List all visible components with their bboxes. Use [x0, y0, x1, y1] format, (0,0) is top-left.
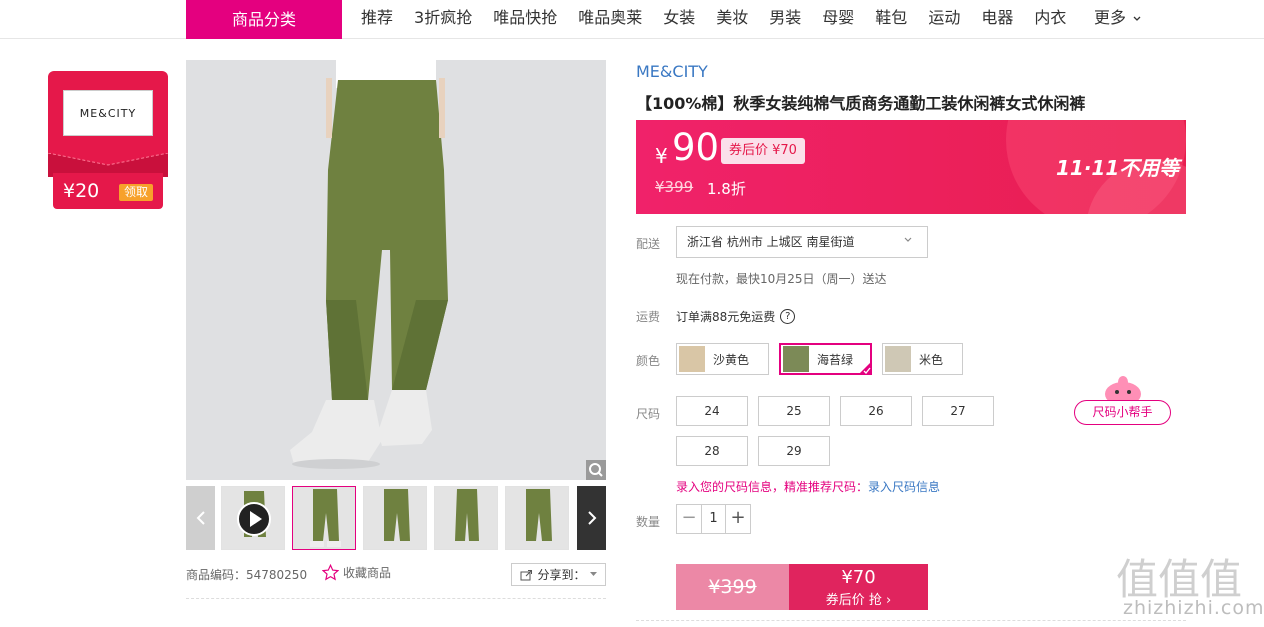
product-code: 商品编码：54780250	[186, 568, 308, 582]
discount-rate: 1.8折	[707, 180, 746, 198]
delivery-label: 配送	[636, 237, 661, 251]
thumb-next-button[interactable]	[577, 486, 606, 550]
nav-item-underwear[interactable]: 内衣	[1034, 0, 1066, 39]
star-icon	[322, 564, 339, 581]
brand-logo: ME&CITY	[63, 90, 153, 136]
nav-more-button[interactable]: 更多	[1094, 0, 1141, 35]
size-option-29[interactable]: 29	[758, 436, 830, 466]
color-swatch	[885, 346, 911, 372]
size-record-note: 录入您的尺码信息，精准推荐尺码：录入尺码信息	[676, 478, 940, 495]
share-label: 分享到：	[537, 568, 586, 582]
promo-text: 11·11不用等	[1056, 156, 1180, 180]
thumbnail-selected[interactable]	[292, 486, 356, 550]
thumbnail-4[interactable]	[434, 486, 498, 550]
nav-item-women[interactable]: 女装	[663, 0, 695, 39]
nav-item-appliances[interactable]: 电器	[981, 0, 1013, 39]
share-icon	[520, 569, 533, 580]
thumb-prev-button[interactable]	[186, 486, 215, 550]
color-option-seaweed-green[interactable]: 海苔绿	[779, 343, 872, 375]
nav-item-outlet[interactable]: 唯品奥莱	[578, 0, 642, 39]
caret-down-icon	[589, 572, 597, 576]
nav-item-men[interactable]: 男装	[769, 0, 801, 39]
coupon-bottom: ¥20 领取	[53, 173, 163, 209]
sale-price: 90	[672, 126, 720, 169]
color-swatch	[783, 346, 809, 372]
size-option-26[interactable]: 26	[840, 396, 912, 426]
nav-item-recommend[interactable]: 推荐	[361, 0, 393, 39]
thumbnail-3[interactable]	[363, 486, 427, 550]
size-option-28[interactable]: 28	[676, 436, 748, 466]
brand-name[interactable]: ME&CITY	[636, 62, 708, 81]
color-option-label: 沙黄色	[713, 352, 750, 367]
chevron-right-icon	[587, 511, 596, 525]
coupon-get-button[interactable]: 领取	[119, 184, 153, 201]
nav-more-label: 更多	[1094, 8, 1127, 27]
color-option-label: 海苔绿	[817, 352, 854, 367]
product-title: 【100%棉】秋季女装纯棉气质商务通勤工装休闲裤女式休闲裤	[636, 94, 1086, 113]
divider	[186, 598, 606, 599]
price-currency: ¥	[655, 144, 668, 168]
thumbnail-strip	[186, 486, 606, 552]
brand-coupon[interactable]: ME&CITY ¥20 领取	[48, 71, 168, 211]
price-banner: ¥ 90 券后价 ¥70 ¥399 1.8折 11·11不用等	[636, 120, 1186, 214]
size-helper-button[interactable]: 尺码小帮手	[1074, 400, 1171, 425]
share-dropdown[interactable]: 分享到：	[511, 563, 606, 586]
color-swatch	[679, 346, 705, 372]
quantity-increase-button[interactable]: +	[726, 505, 750, 533]
thumbnail-5[interactable]	[505, 486, 569, 550]
size-option-24[interactable]: 24	[676, 396, 748, 426]
chevron-left-icon	[196, 511, 205, 525]
category-menu-button[interactable]: 商品分类	[186, 0, 342, 39]
chevron-down-icon	[1133, 16, 1141, 21]
after-coupon-badge: 券后价 ¥70	[721, 138, 805, 164]
coupon-buy-button[interactable]: ¥70 券后价 抢 ›	[789, 564, 928, 610]
color-option-label: 米色	[919, 352, 944, 367]
quantity-label: 数量	[636, 515, 661, 529]
nav-items: 推荐 3折疯抢 唯品快抢 唯品奥莱 女装 美妆 男装 母婴 鞋包 运动 电器 内…	[361, 0, 1087, 39]
selected-check-icon	[858, 361, 872, 375]
size-label: 尺码	[636, 407, 661, 421]
quantity-stepper: − 1 +	[676, 504, 751, 534]
buy-coupon-price: ¥70	[841, 567, 876, 588]
size-note-text: 录入您的尺码信息，精准推荐尺码：	[676, 480, 869, 494]
size-option-27[interactable]: 27	[922, 396, 994, 426]
top-navigation: 商品分类 推荐 3折疯抢 唯品快抢 唯品奥莱 女装 美妆 男装 母婴 鞋包 运动…	[0, 0, 1264, 39]
coupon-amount: ¥20	[63, 180, 100, 202]
zoom-icon[interactable]	[586, 460, 606, 480]
freight-text: 订单满88元免运费	[676, 310, 776, 324]
chevron-down-icon	[904, 237, 912, 242]
watermark-text: zhizhizhi.com	[1123, 597, 1264, 619]
nav-item-sports[interactable]: 运动	[928, 0, 960, 39]
nav-item-shoes-bags[interactable]: 鞋包	[875, 0, 907, 39]
size-option-25[interactable]: 25	[758, 396, 830, 426]
nav-item-flash-30[interactable]: 3折疯抢	[414, 0, 472, 39]
product-main-image[interactable]	[186, 60, 606, 480]
address-selector[interactable]: 浙江省 杭州市 上城区 南星街道	[676, 226, 928, 258]
delivery-time: 现在付款，最快10月25日（周一）送达	[676, 272, 887, 286]
help-icon[interactable]: ?	[780, 309, 796, 324]
original-price-button[interactable]: ¥399	[676, 564, 789, 610]
color-option-beige[interactable]: 米色	[882, 343, 963, 375]
nav-item-beauty[interactable]: 美妆	[716, 0, 748, 39]
favorite-button[interactable]: 收藏商品	[322, 564, 391, 581]
nav-item-baby[interactable]: 母婴	[822, 0, 854, 39]
freight-label: 运费	[636, 310, 661, 324]
size-record-link[interactable]: 录入尺码信息	[868, 480, 940, 494]
thumbnail-video[interactable]	[221, 486, 285, 550]
product-photo	[186, 60, 606, 480]
divider	[636, 620, 1186, 621]
nav-item-quick-grab[interactable]: 唯品快抢	[493, 0, 557, 39]
favorite-label: 收藏商品	[343, 566, 392, 580]
color-label: 颜色	[636, 354, 661, 368]
original-price: ¥399	[655, 178, 694, 196]
buy-coupon-action: 券后价 抢 ›	[825, 593, 892, 608]
quantity-decrease-button[interactable]: −	[677, 505, 701, 533]
quantity-input[interactable]: 1	[701, 505, 726, 533]
freight-info: 订单满88元免运费 ?	[676, 308, 796, 325]
color-option-sand[interactable]: 沙黄色	[676, 343, 769, 375]
